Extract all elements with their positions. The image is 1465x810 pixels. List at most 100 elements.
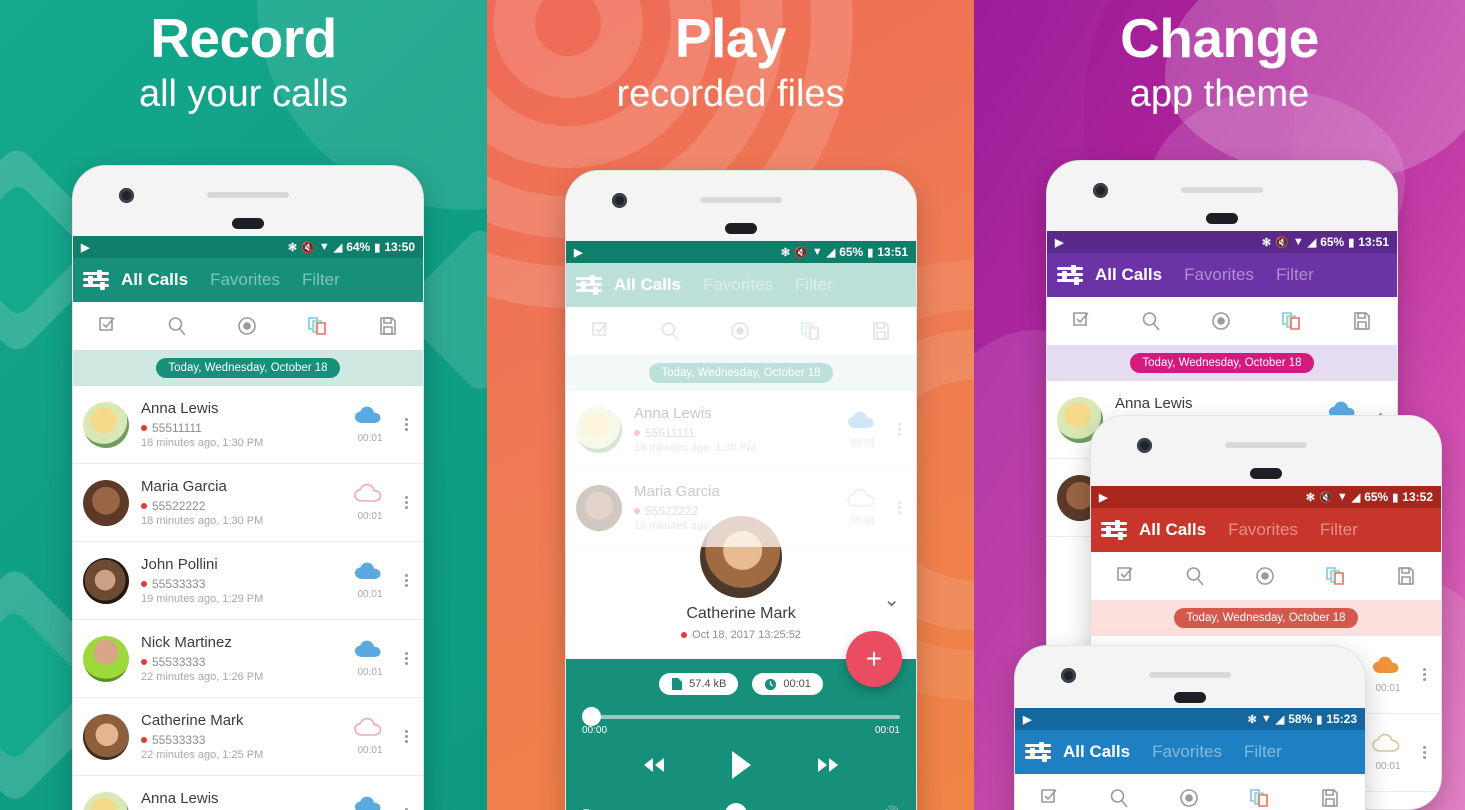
copy-files-icon[interactable] bbox=[1279, 309, 1305, 333]
tab-favorites[interactable]: Favorites bbox=[210, 270, 280, 290]
check-square-icon[interactable] bbox=[1070, 309, 1094, 333]
tab-filter[interactable]: Filter bbox=[302, 270, 340, 290]
save-card-icon[interactable] bbox=[376, 314, 400, 338]
phone-blue-theme: ▶ ✻ ▼ ◢ 58% ▮ 15:23 All Calls Favorites … bbox=[1014, 645, 1366, 810]
app-bar: All Calls Favorites Filter bbox=[566, 263, 916, 307]
row-menu-icon[interactable] bbox=[890, 499, 908, 516]
tab-filter[interactable]: Filter bbox=[1276, 265, 1314, 285]
row-menu-icon[interactable] bbox=[397, 806, 415, 810]
copy-files-icon[interactable] bbox=[1323, 564, 1349, 588]
check-square-icon[interactable] bbox=[1038, 786, 1062, 810]
tab-favorites[interactable]: Favorites bbox=[703, 275, 773, 295]
seek-bar-thumb[interactable] bbox=[582, 707, 601, 726]
save-card-icon[interactable] bbox=[869, 319, 893, 343]
tab-favorites[interactable]: Favorites bbox=[1184, 265, 1254, 285]
record-circle-icon[interactable] bbox=[1253, 564, 1277, 588]
phone-number: 55533333 bbox=[152, 576, 206, 591]
copy-files-icon[interactable] bbox=[305, 314, 331, 338]
save-card-icon[interactable] bbox=[1394, 564, 1418, 588]
row-menu-icon[interactable] bbox=[397, 416, 415, 433]
tab-filter[interactable]: Filter bbox=[1244, 742, 1282, 762]
recording-dot-icon bbox=[681, 632, 688, 638]
clock: 13:52 bbox=[1402, 490, 1433, 504]
call-row[interactable]: Anna Lewis 55511111 24 minutes ago, 1:23… bbox=[73, 776, 423, 810]
cloud-filled-icon[interactable] bbox=[1371, 655, 1405, 677]
row-menu-icon[interactable] bbox=[1415, 744, 1433, 761]
cloud-filled-icon[interactable] bbox=[353, 639, 387, 661]
call-row[interactable]: Anna Lewis 55511111 18 minutes ago, 1:30… bbox=[73, 386, 423, 464]
save-card-icon[interactable] bbox=[1350, 309, 1374, 333]
call-row[interactable]: Maria Garcia 55522222 18 minutes ago, 1:… bbox=[73, 464, 423, 542]
cloud-outline-icon[interactable] bbox=[1371, 733, 1405, 755]
tab-all-calls[interactable]: All Calls bbox=[121, 270, 188, 290]
tab-all-calls[interactable]: All Calls bbox=[1139, 520, 1206, 540]
row-menu-icon[interactable] bbox=[397, 572, 415, 589]
equalizer-icon[interactable] bbox=[576, 274, 602, 295]
call-row[interactable]: John Pollini 55533333 19 minutes ago, 1:… bbox=[73, 542, 423, 620]
volume-icon[interactable]: ▮ bbox=[582, 805, 590, 810]
check-square-icon[interactable] bbox=[1114, 564, 1138, 588]
cloud-filled-icon[interactable] bbox=[846, 410, 880, 432]
recording-dot-icon bbox=[141, 736, 147, 743]
record-circle-icon[interactable] bbox=[728, 319, 752, 343]
seek-bar-wrapper[interactable]: 00:00 00:01 bbox=[582, 707, 900, 736]
row-menu-icon[interactable] bbox=[397, 728, 415, 745]
equalizer-icon[interactable] bbox=[1057, 264, 1083, 285]
cloud-outline-icon[interactable] bbox=[846, 488, 880, 510]
contact-name: Catherine Mark bbox=[141, 712, 244, 730]
cloud-filled-icon[interactable] bbox=[353, 405, 387, 427]
cloud-filled-icon[interactable] bbox=[353, 795, 387, 810]
tab-all-calls[interactable]: All Calls bbox=[1095, 265, 1162, 285]
equalizer-icon[interactable] bbox=[83, 269, 109, 290]
seek-bar-track[interactable] bbox=[582, 715, 900, 719]
search-icon[interactable] bbox=[1183, 564, 1207, 588]
speaker-icon[interactable]: 🔊 bbox=[881, 805, 900, 810]
row-menu-icon[interactable] bbox=[397, 494, 415, 511]
tab-filter[interactable]: Filter bbox=[795, 275, 833, 295]
wifi-icon: ▼ bbox=[1336, 491, 1348, 503]
earpiece-speaker bbox=[1225, 442, 1307, 448]
check-square-icon[interactable] bbox=[589, 319, 613, 343]
copy-files-icon[interactable] bbox=[798, 319, 824, 343]
tab-all-calls[interactable]: All Calls bbox=[614, 275, 681, 295]
cloud-filled-icon[interactable] bbox=[353, 561, 387, 583]
cloud-outline-icon[interactable] bbox=[353, 483, 387, 505]
row-menu-icon[interactable] bbox=[890, 421, 908, 438]
add-recording-button[interactable]: + bbox=[846, 631, 902, 687]
equalizer-icon[interactable] bbox=[1025, 741, 1051, 762]
tab-filter[interactable]: Filter bbox=[1320, 520, 1358, 540]
call-row[interactable]: Anna Lewis 55511111 18 minutes ago, 1:30… bbox=[566, 391, 916, 469]
call-list-green[interactable]: Anna Lewis 55511111 18 minutes ago, 1:30… bbox=[73, 386, 423, 810]
cloud-outline-icon[interactable] bbox=[353, 717, 387, 739]
record-circle-icon[interactable] bbox=[1177, 786, 1201, 810]
record-circle-icon[interactable] bbox=[235, 314, 259, 338]
call-row[interactable]: Catherine Mark 55533333 22 minutes ago, … bbox=[73, 698, 423, 776]
search-icon[interactable] bbox=[658, 319, 682, 343]
play-icon[interactable] bbox=[729, 750, 753, 785]
icon-toolbar bbox=[566, 307, 916, 355]
record-circle-icon[interactable] bbox=[1209, 309, 1233, 333]
copy-files-icon[interactable] bbox=[1247, 786, 1273, 810]
equalizer-icon[interactable] bbox=[1101, 519, 1127, 540]
rewind-icon[interactable] bbox=[641, 756, 667, 779]
tab-all-calls[interactable]: All Calls bbox=[1063, 742, 1130, 762]
tab-favorites[interactable]: Favorites bbox=[1152, 742, 1222, 762]
signal-icon: ◢ bbox=[826, 246, 836, 259]
status-bar: ▶ ✻ 🔇 ▼ ◢ 65% ▮ 13:52 bbox=[1091, 486, 1441, 508]
recording-duration: 00:01 bbox=[357, 667, 383, 678]
contact-name: Anna Lewis bbox=[634, 405, 712, 423]
call-row[interactable]: Nick Martinez 55533333 22 minutes ago, 1… bbox=[73, 620, 423, 698]
search-icon[interactable] bbox=[165, 314, 189, 338]
tab-favorites[interactable]: Favorites bbox=[1228, 520, 1298, 540]
fast-forward-icon[interactable] bbox=[815, 756, 841, 779]
record-dot-button[interactable] bbox=[724, 803, 747, 810]
bluetooth-icon: ✻ bbox=[1305, 491, 1316, 504]
phone-number: 55511111 bbox=[152, 420, 202, 435]
search-icon[interactable] bbox=[1107, 786, 1131, 810]
row-menu-icon[interactable] bbox=[1415, 666, 1433, 683]
check-square-icon[interactable] bbox=[96, 314, 120, 338]
call-time: 18 minutes ago, 1:30 PM bbox=[634, 441, 757, 454]
search-icon[interactable] bbox=[1139, 309, 1163, 333]
row-menu-icon[interactable] bbox=[397, 650, 415, 667]
save-card-icon[interactable] bbox=[1318, 786, 1342, 810]
